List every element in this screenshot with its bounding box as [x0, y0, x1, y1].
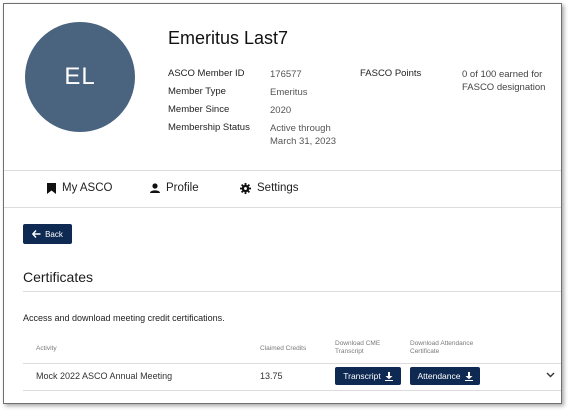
status-line-1: Active through	[270, 123, 331, 134]
nav-my-asco[interactable]: My ASCO	[47, 182, 112, 194]
divider	[4, 207, 561, 208]
member-id-label: ASCO Member ID	[168, 68, 245, 79]
member-since-label: Member Since	[168, 104, 230, 115]
divider	[23, 363, 561, 364]
nav-profile-label: Profile	[166, 182, 199, 194]
divider	[4, 170, 561, 171]
member-type-value: Emeritus	[270, 87, 308, 98]
claimed-credits-cell: 13.75	[260, 371, 283, 381]
gear-icon	[240, 182, 251, 194]
attendance-download-button[interactable]: Attendance	[410, 367, 480, 385]
certificates-title: Certificates	[23, 269, 94, 285]
avatar: EL	[25, 22, 135, 132]
attendance-header-line-1: Download Attendance	[410, 340, 474, 347]
membership-status-label: Membership Status	[168, 122, 250, 133]
divider	[23, 390, 561, 391]
member-portal-window: EL Emeritus Last7 ASCO Member ID 176577 …	[3, 3, 562, 404]
nav-my-asco-label: My ASCO	[62, 182, 113, 194]
arrow-left-icon	[32, 230, 41, 238]
download-icon	[464, 371, 473, 381]
member-type-label: Member Type	[168, 86, 226, 97]
cme-header-line-2: Transcript	[335, 348, 364, 355]
fasco-line-2: FASCO designation	[462, 82, 546, 93]
column-header-activity: Activity	[36, 345, 57, 352]
activity-cell: Mock 2022 ASCO Annual Meeting	[36, 371, 173, 381]
member-id-value: 176577	[270, 69, 302, 80]
person-icon	[150, 183, 160, 193]
back-button[interactable]: Back	[23, 224, 72, 244]
avatar-initials: EL	[64, 63, 96, 90]
member-since-value: 2020	[270, 105, 292, 116]
bookmark-icon	[47, 182, 56, 194]
transcript-button-label: Transcript	[343, 371, 381, 381]
fasco-points-value: 0 of 100 earned for FASCO designation	[462, 68, 545, 94]
transcript-download-button[interactable]: Transcript	[335, 367, 401, 385]
cme-header-line-1: Download CME	[335, 340, 381, 347]
member-name: Emeritus Last7	[168, 28, 289, 48]
nav-profile[interactable]: Profile	[150, 182, 199, 194]
download-icon	[384, 371, 393, 381]
column-header-attendance: Download Attendance Certificate	[410, 340, 473, 356]
divider	[23, 291, 561, 292]
certificates-description: Access and download meeting credit certi…	[23, 313, 225, 323]
back-button-label: Back	[45, 229, 63, 239]
fasco-points-label: FASCO Points	[360, 68, 422, 79]
chevron-down-icon[interactable]	[546, 372, 555, 378]
attendance-button-label: Attendance	[417, 371, 461, 381]
column-header-claimed-credits: Claimed Credits	[260, 345, 307, 352]
nav-settings[interactable]: Settings	[240, 182, 299, 194]
attendance-header-line-2: Certificate	[410, 348, 440, 355]
status-line-2: March 31, 2023	[270, 136, 337, 147]
fasco-line-1: 0 of 100 earned for	[462, 69, 543, 80]
membership-status-value: Active through March 31, 2023	[270, 122, 336, 148]
nav-settings-label: Settings	[257, 182, 299, 194]
column-header-cme-transcript: Download CME Transcript	[335, 340, 380, 356]
